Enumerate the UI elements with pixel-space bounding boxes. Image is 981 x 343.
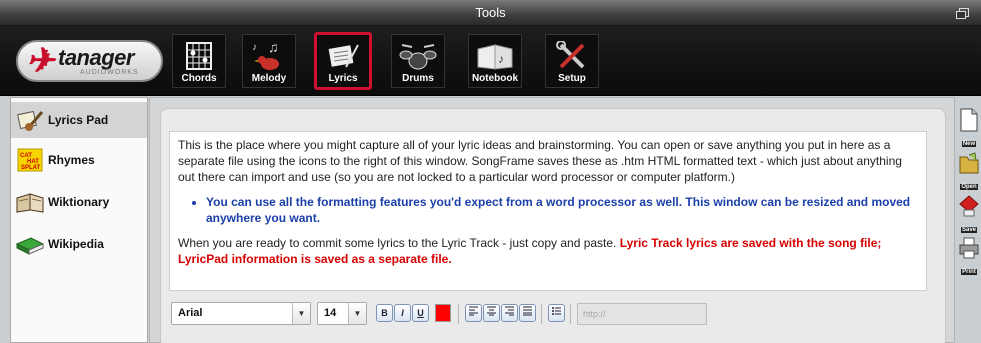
window-titlebar: Tools xyxy=(0,0,981,26)
align-right-icon xyxy=(505,306,514,316)
tools-icon xyxy=(552,40,592,72)
justify-button[interactable] xyxy=(519,304,536,322)
toolbar-divider xyxy=(570,304,571,324)
logo-subtitle: AUDIOWORKS xyxy=(80,69,139,76)
tanager-logo: ✈ tanager AUDIOWORKS xyxy=(16,40,163,82)
svg-text:SPLAT: SPLAT xyxy=(21,165,41,171)
bullet-list-button[interactable] xyxy=(548,304,565,322)
sidebar-item-label: Rhymes xyxy=(48,153,95,167)
print-icon xyxy=(959,236,979,260)
book-icon xyxy=(15,189,45,215)
lyrics-editor[interactable]: This is the place where you might captur… xyxy=(169,131,927,291)
font-family-select[interactable]: Arial ▼ xyxy=(171,302,311,325)
lyrics-pad-icon xyxy=(323,40,363,72)
save-file-button[interactable]: Save xyxy=(958,194,980,234)
underline-button[interactable]: U xyxy=(412,304,429,322)
main-toolbar: ✈ tanager AUDIOWORKS Chords ♫ ♪ Melody Ly… xyxy=(0,26,981,96)
tool-label: Setup xyxy=(558,73,586,84)
formatting-toolbar: Arial ▼ 14 ▼ B I U http:// xyxy=(171,302,931,326)
sidebar-item-label: Lyrics Pad xyxy=(48,113,109,127)
lyrics-pad-panel: This is the place where you might captur… xyxy=(149,97,955,343)
drum-kit-icon xyxy=(398,40,438,72)
window-title: Tools xyxy=(475,5,506,20)
chord-grid-icon xyxy=(179,40,219,72)
sidebar-item-wiktionary[interactable]: Wiktionary xyxy=(11,184,147,220)
svg-text:♪: ♪ xyxy=(498,52,504,66)
align-left-button[interactable] xyxy=(465,304,482,322)
action-label: Save xyxy=(960,227,977,233)
print-button[interactable]: Print xyxy=(958,236,980,276)
notebook-icon: ♪ xyxy=(475,40,515,72)
bullet-list-icon xyxy=(552,307,561,315)
save-icon xyxy=(959,194,979,218)
new-file-icon xyxy=(959,108,979,132)
open-folder-icon xyxy=(959,151,979,175)
new-file-button[interactable]: New xyxy=(958,108,980,148)
italic-button[interactable]: I xyxy=(394,304,411,322)
justify-icon xyxy=(523,306,532,316)
tanager-bird-icon: ✈ xyxy=(26,42,55,80)
sidebar-item-wikipedia[interactable]: Wikipedia xyxy=(11,226,147,262)
rhymes-sticky-icon: CAT HAT SPLAT xyxy=(15,147,45,173)
svg-text:♫: ♫ xyxy=(268,40,279,55)
text-color-button[interactable] xyxy=(435,304,451,322)
align-center-button[interactable] xyxy=(483,304,500,322)
editor-bullet-list: You can use all the formatting features … xyxy=(206,194,918,226)
editor-paragraph: When you are ready to commit some lyrics… xyxy=(178,235,918,267)
tool-setup-button[interactable]: Setup xyxy=(545,34,599,88)
tool-label: Chords xyxy=(181,73,217,84)
open-file-button[interactable]: Open xyxy=(958,151,980,191)
editor-plain-text: When you are ready to commit some lyrics… xyxy=(178,236,620,250)
tool-lyrics-button[interactable]: Lyrics xyxy=(314,32,372,90)
tool-chords-button[interactable]: Chords xyxy=(172,34,226,88)
tool-melody-button[interactable]: ♫ ♪ Melody xyxy=(242,34,296,88)
restore-window-icon[interactable] xyxy=(956,8,969,19)
toolbar-divider xyxy=(458,304,459,324)
align-left-icon xyxy=(469,306,478,316)
align-right-button[interactable] xyxy=(501,304,518,322)
tool-label: Drums xyxy=(402,73,434,84)
font-size-select[interactable]: 14 ▼ xyxy=(317,302,367,325)
editor-paragraph: This is the place where you might captur… xyxy=(178,138,902,184)
font-family-value: Arial xyxy=(178,307,203,319)
sidebar: Lyrics Pad CAT HAT SPLAT Rhymes Wiktionary… xyxy=(10,97,148,343)
link-url-placeholder: http:// xyxy=(583,309,606,319)
tool-notebook-button[interactable]: ♪ Notebook xyxy=(468,34,522,88)
chevron-down-icon[interactable]: ▼ xyxy=(348,303,366,324)
action-label: New xyxy=(961,141,977,147)
editor-bullet-item: You can use all the formatting features … xyxy=(206,194,918,226)
action-label: Print xyxy=(961,269,977,275)
sidebar-item-label: Wikipedia xyxy=(48,237,104,251)
sidebar-item-rhymes[interactable]: CAT HAT SPLAT Rhymes xyxy=(11,142,147,178)
tool-label: Lyrics xyxy=(328,73,358,84)
editor-container: This is the place where you might captur… xyxy=(160,108,946,343)
green-book-icon xyxy=(15,231,45,257)
tool-label: Melody xyxy=(251,73,287,84)
link-url-input[interactable]: http:// xyxy=(577,303,707,325)
logo-name: tanager xyxy=(58,45,134,70)
bold-button[interactable]: B xyxy=(376,304,393,322)
notepad-guitar-icon xyxy=(15,107,45,133)
sidebar-item-lyrics-pad[interactable]: Lyrics Pad xyxy=(11,102,147,138)
svg-text:♪: ♪ xyxy=(252,42,257,53)
align-center-icon xyxy=(487,306,496,316)
bird-notes-icon: ♫ ♪ xyxy=(249,40,289,72)
tool-drums-button[interactable]: Drums xyxy=(391,34,445,88)
tool-label: Notebook xyxy=(471,73,519,84)
chevron-down-icon[interactable]: ▼ xyxy=(292,303,310,324)
font-size-value: 14 xyxy=(324,307,337,319)
sidebar-item-label: Wiktionary xyxy=(48,195,110,209)
toolbar-divider xyxy=(541,304,542,324)
action-label: Open xyxy=(960,184,978,190)
